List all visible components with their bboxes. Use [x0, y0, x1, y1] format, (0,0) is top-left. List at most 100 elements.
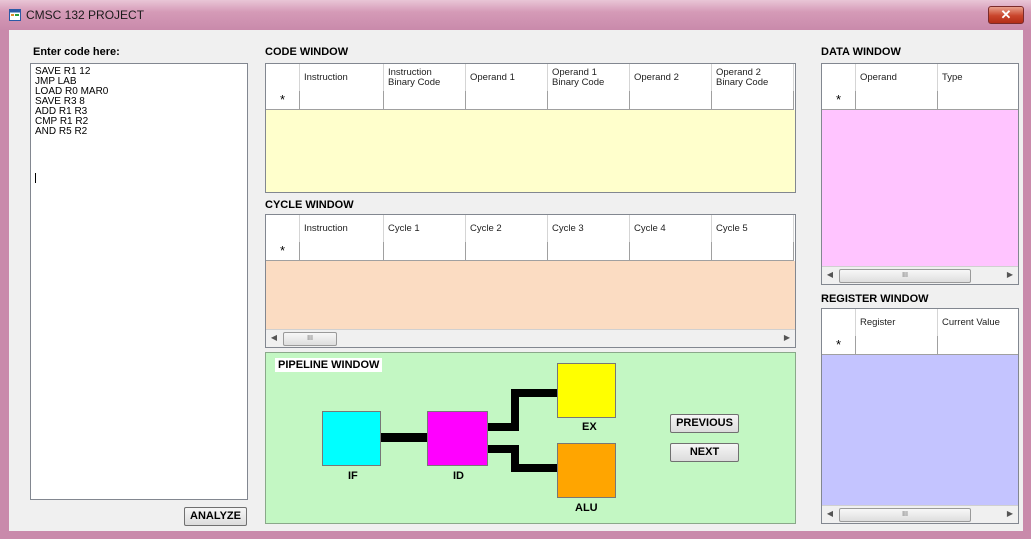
row-header-corner[interactable] — [822, 309, 856, 336]
column-header[interactable]: Current Value — [938, 309, 1018, 336]
grid-cell[interactable] — [712, 242, 794, 260]
column-header[interactable]: Operand — [856, 64, 938, 91]
alu-stage-box — [557, 443, 616, 498]
grid-empty-area — [822, 110, 1018, 267]
scroll-right-icon[interactable]: ▶ — [779, 330, 795, 346]
title-bar[interactable]: CMSC 132 PROJECT ✕ — [0, 0, 1031, 30]
if-stage-label: IF — [348, 470, 358, 482]
close-icon: ✕ — [1000, 7, 1012, 22]
new-row-marker-icon: * — [822, 336, 856, 354]
new-row[interactable]: * — [266, 242, 794, 261]
next-button[interactable]: NEXT — [670, 443, 739, 462]
code-line: AND R5 R2 — [35, 126, 88, 137]
code-window-grid[interactable]: Instruction Instruction Binary Code Operan… — [265, 63, 796, 193]
horizontal-scrollbar[interactable]: ◀ III ▶ — [822, 266, 1018, 284]
ex-stage-label: EX — [582, 421, 597, 433]
column-header[interactable]: Cycle 4 — [630, 215, 712, 242]
data-window-title: DATA WINDOW — [821, 46, 901, 58]
column-header[interactable]: Cycle 5 — [712, 215, 794, 242]
grid-empty-area — [266, 110, 795, 192]
grid-header-row: Instruction Instruction Binary Code Operan… — [266, 64, 794, 92]
grid-cell[interactable] — [466, 91, 548, 109]
scroll-right-icon[interactable]: ▶ — [1002, 506, 1018, 522]
window-title: CMSC 132 PROJECT — [26, 8, 145, 22]
column-header[interactable]: Register — [856, 309, 938, 336]
horizontal-scrollbar[interactable]: ◀ III ▶ — [266, 329, 795, 347]
grid-cell[interactable] — [548, 91, 630, 109]
window-frame-left — [0, 30, 9, 531]
grid-cell[interactable] — [712, 91, 794, 109]
column-header[interactable]: Operand 2 Binary Code — [712, 64, 794, 91]
id-ex-connector-h2 — [511, 389, 557, 397]
register-window-grid[interactable]: Register Current Value * ◀ III ▶ — [821, 308, 1019, 524]
column-header[interactable]: Instruction — [300, 64, 384, 91]
new-row-marker-icon: * — [266, 242, 300, 260]
scroll-right-icon[interactable]: ▶ — [1002, 267, 1018, 283]
grid-cell[interactable] — [466, 242, 548, 260]
grid-cell[interactable] — [384, 91, 466, 109]
grid-cell[interactable] — [630, 91, 712, 109]
pipeline-window-title: PIPELINE WINDOW — [275, 358, 383, 372]
ex-stage-box — [557, 363, 616, 418]
previous-button[interactable]: PREVIOUS — [670, 414, 739, 433]
grid-header-row: Operand Type — [822, 64, 1018, 92]
if-id-connector — [381, 433, 427, 442]
window-frame-right — [1023, 30, 1031, 531]
scroll-thumb[interactable]: III — [839, 269, 971, 283]
grid-empty-area — [822, 355, 1018, 506]
code-textarea[interactable]: SAVE R1 12 JMP LAB LOAD R0 MAR0 SAVE R3 8 AD… — [30, 63, 248, 500]
column-header[interactable]: Instruction Binary Code — [384, 64, 466, 91]
scroll-left-icon[interactable]: ◀ — [822, 267, 838, 283]
column-header[interactable]: Instruction — [300, 215, 384, 242]
close-button[interactable]: ✕ — [988, 6, 1024, 24]
id-alu-connector-h2 — [511, 464, 557, 472]
app-form-icon — [9, 9, 21, 21]
code-window-title: CODE WINDOW — [265, 46, 349, 58]
column-header[interactable]: Cycle 1 — [384, 215, 466, 242]
grid-cell[interactable] — [856, 336, 938, 354]
new-row-marker-icon: * — [822, 91, 856, 109]
row-header-corner[interactable] — [266, 215, 300, 242]
column-header[interactable]: Operand 1 Binary Code — [548, 64, 630, 91]
row-header-corner[interactable] — [822, 64, 856, 91]
register-window-title: REGISTER WINDOW — [821, 293, 929, 305]
grid-header-row: Register Current Value — [822, 309, 1018, 337]
scroll-left-icon[interactable]: ◀ — [266, 330, 282, 346]
scroll-thumb[interactable]: III — [283, 332, 337, 346]
id-stage-label: ID — [453, 470, 464, 482]
data-window-grid[interactable]: Operand Type * ◀ III ▶ — [821, 63, 1019, 285]
new-row[interactable]: * — [266, 91, 794, 110]
alu-stage-label: ALU — [575, 502, 598, 514]
new-row[interactable]: * — [822, 336, 1018, 355]
column-header[interactable]: Operand 1 — [466, 64, 548, 91]
scroll-thumb[interactable]: III — [839, 508, 971, 522]
new-row-marker-icon: * — [266, 91, 300, 109]
scroll-left-icon[interactable]: ◀ — [822, 506, 838, 522]
text-caret — [35, 173, 36, 183]
column-header[interactable]: Cycle 3 — [548, 215, 630, 242]
cycle-window-grid[interactable]: Instruction Cycle 1 Cycle 2 Cycle 3 Cycle 4C… — [265, 214, 796, 348]
grid-cell[interactable] — [630, 242, 712, 260]
grid-header-row: Instruction Cycle 1 Cycle 2 Cycle 3 Cycle 4C… — [266, 215, 794, 243]
grid-cell[interactable] — [856, 91, 938, 109]
new-row[interactable]: * — [822, 91, 1018, 110]
grid-cell[interactable] — [384, 242, 466, 260]
code-entry-label: Enter code here: — [33, 46, 120, 58]
grid-empty-area — [266, 261, 795, 330]
cycle-window-title: CYCLE WINDOW — [265, 199, 354, 211]
grid-cell[interactable] — [938, 336, 1018, 354]
column-header[interactable]: Cycle 2 — [466, 215, 548, 242]
analyze-button[interactable]: ANALYZE — [184, 507, 247, 526]
window-frame-bottom — [0, 531, 1031, 539]
horizontal-scrollbar[interactable]: ◀ III ▶ — [822, 505, 1018, 523]
grid-cell[interactable] — [548, 242, 630, 260]
id-stage-box — [427, 411, 488, 466]
column-header[interactable]: Operand 2 — [630, 64, 712, 91]
grid-cell[interactable] — [300, 91, 384, 109]
column-header[interactable]: Type — [938, 64, 1018, 91]
grid-cell[interactable] — [300, 242, 384, 260]
grid-cell[interactable] — [938, 91, 1018, 109]
pipeline-window: PIPELINE WINDOW IF ID EX ALU PREVIOUS NE… — [265, 352, 796, 524]
row-header-corner[interactable] — [266, 64, 300, 91]
if-stage-box — [322, 411, 381, 466]
